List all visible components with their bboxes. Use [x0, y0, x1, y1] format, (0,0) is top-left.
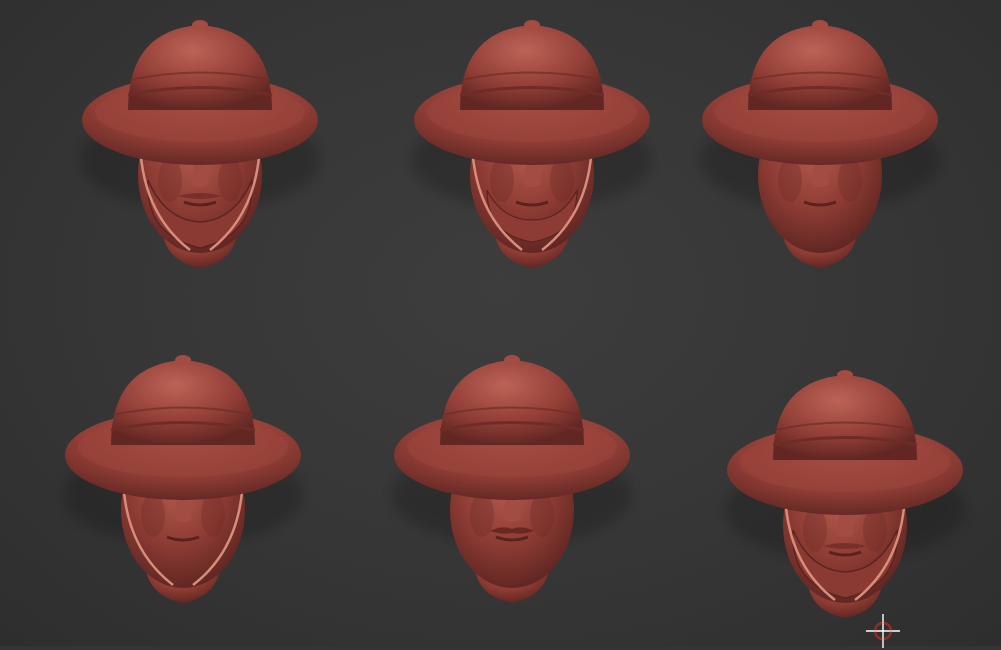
scene-canvas[interactable] [0, 0, 1001, 646]
3d-viewport[interactable] [0, 0, 1001, 648]
sculpt-head[interactable] [725, 370, 965, 618]
sculpt-head[interactable] [80, 20, 320, 268]
sculpt-head[interactable] [700, 20, 940, 268]
crosshair-icon [866, 614, 900, 648]
sculpt-head[interactable] [63, 355, 303, 603]
sculpt-head[interactable] [392, 355, 632, 603]
sculpt-head[interactable] [412, 20, 652, 268]
